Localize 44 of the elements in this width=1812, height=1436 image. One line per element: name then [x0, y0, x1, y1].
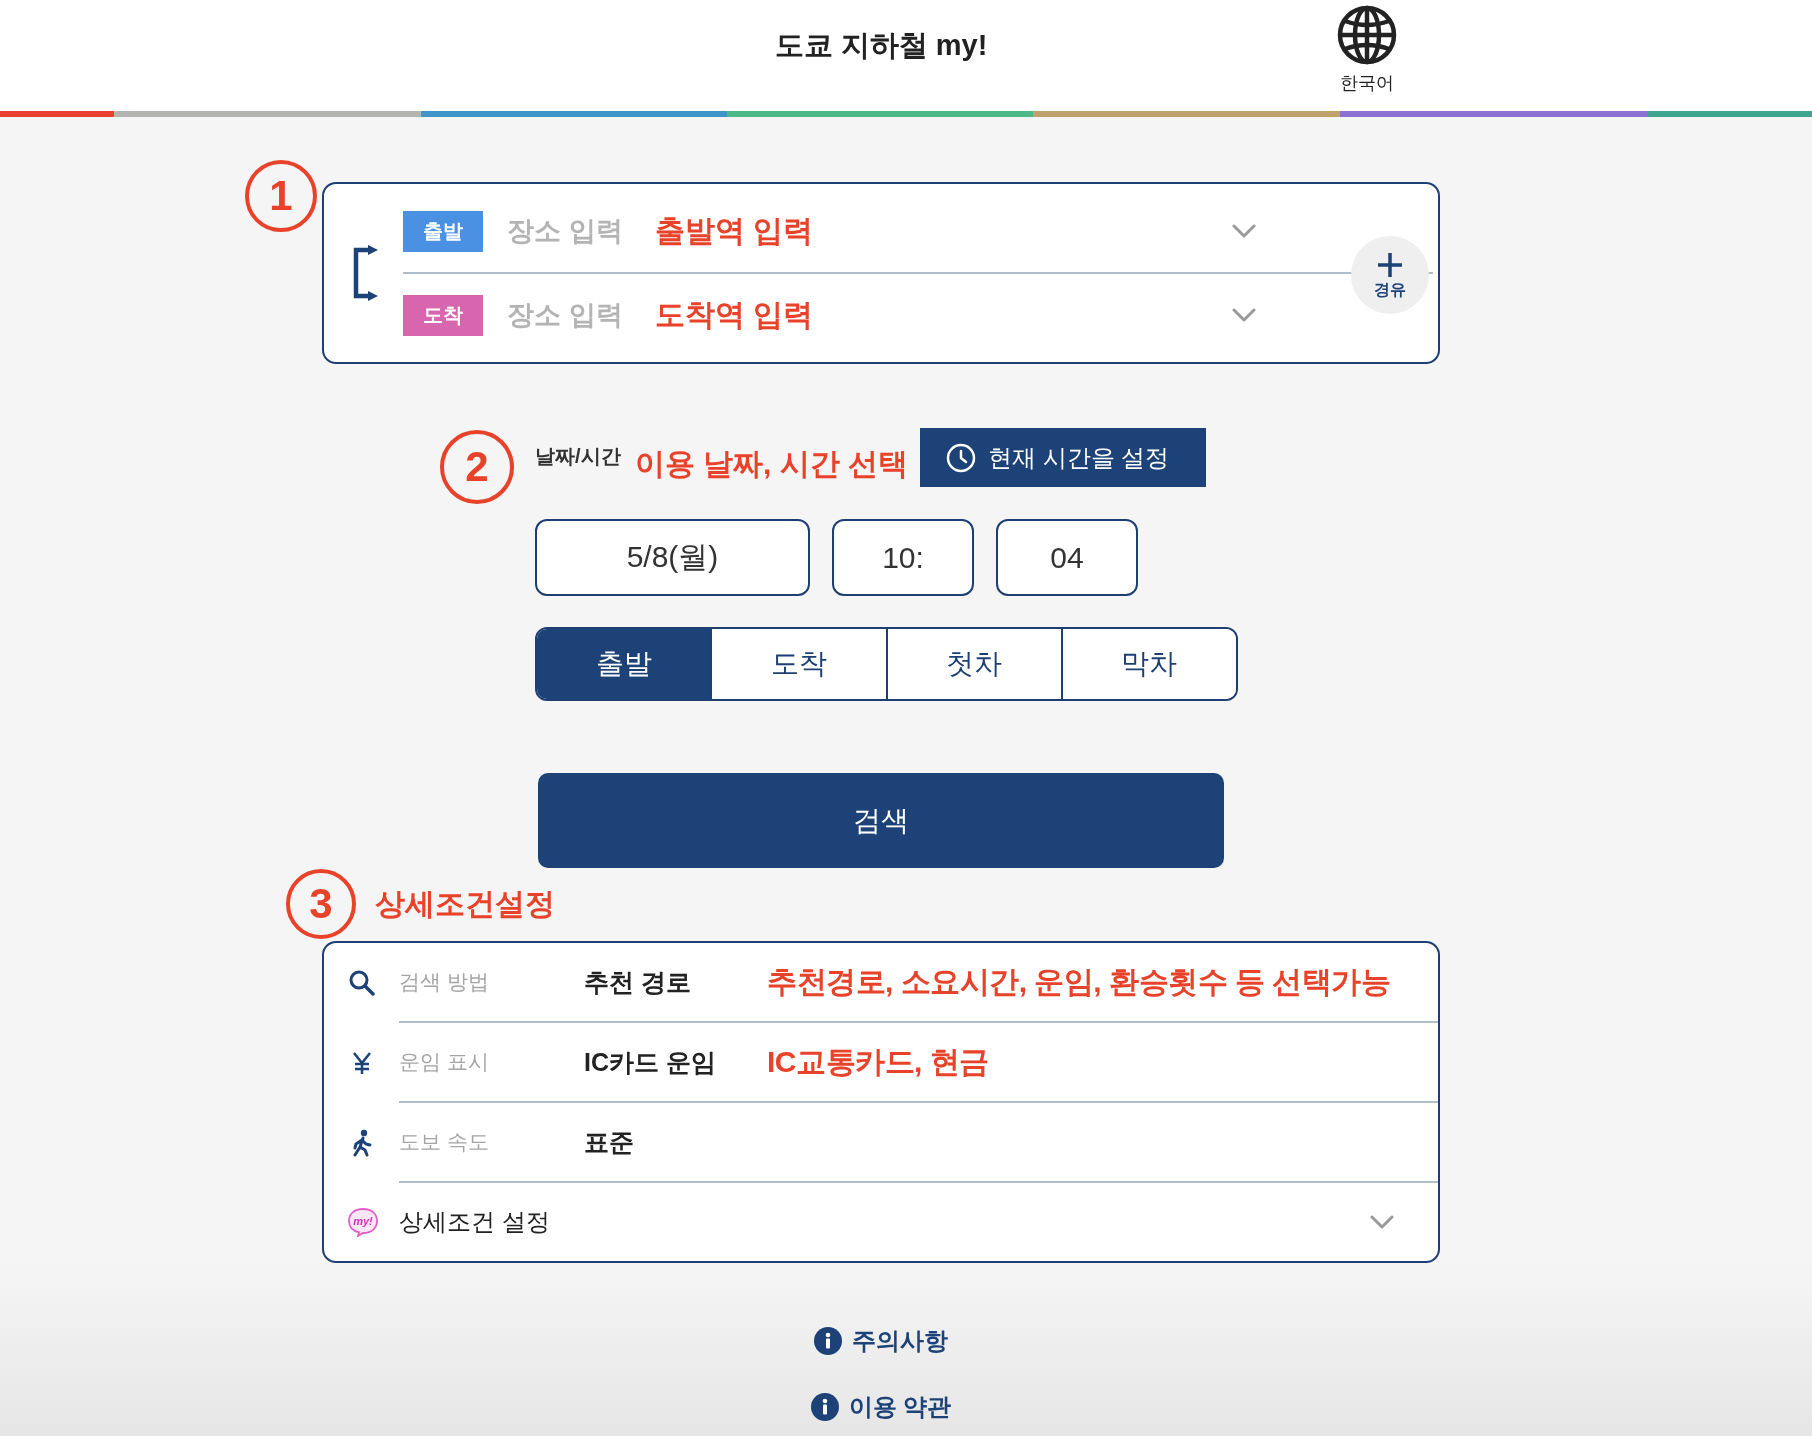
- setting-value[interactable]: IC카드 운임: [584, 1045, 767, 1079]
- info-link[interactable]: 주의사항: [814, 1324, 948, 1358]
- setting-value[interactable]: 표준: [584, 1125, 767, 1159]
- language-button[interactable]: 한국어: [1337, 5, 1397, 93]
- date-time-label: 날짜/시간: [535, 444, 621, 468]
- annotation-note: 추천경로, 소요시간, 운임, 환승횟수 등 선택가능: [767, 964, 1391, 1000]
- via-button[interactable]: 경유: [1351, 236, 1429, 314]
- annotation-note: 이용 날짜, 시간 선택: [634, 446, 908, 482]
- setting-label: 도보 속도: [399, 1129, 490, 1155]
- annotation-note: 도착역 입력: [655, 297, 814, 333]
- step-marker: 2: [440, 430, 514, 504]
- set-current-time-button[interactable]: 현재 시간을 설정: [919, 428, 1206, 487]
- place-input[interactable]: 장소 입력: [507, 299, 637, 331]
- info-icon: [810, 1393, 839, 1421]
- search-icon: [348, 970, 375, 996]
- app-title: 도쿄 지하철 my!: [774, 28, 988, 63]
- info-icon: [814, 1327, 842, 1355]
- globe-icon: [1337, 5, 1397, 65]
- minute-field[interactable]: 04: [996, 519, 1138, 596]
- step-marker: 3: [286, 869, 356, 939]
- swap-arrows-icon[interactable]: [352, 245, 378, 301]
- annotation-note: IC교통카드, 현금: [767, 1044, 989, 1080]
- chevron-down-icon[interactable]: [1232, 224, 1256, 238]
- speech-bubble-logo-icon: my!: [347, 1207, 379, 1237]
- info-link[interactable]: 이용 약관: [810, 1390, 952, 1424]
- mode-tab[interactable]: 막차: [1060, 629, 1236, 699]
- annotation-note: 출발역 입력: [655, 213, 814, 249]
- chevron-down-icon[interactable]: [1232, 308, 1256, 322]
- plus-icon: [1377, 251, 1403, 278]
- mode-tab[interactable]: 출발: [537, 629, 711, 699]
- clock-icon: [945, 442, 976, 473]
- detail-settings-toggle[interactable]: my! 상세조건 설정: [324, 1183, 1438, 1261]
- setting-label: 검색 방법: [399, 969, 490, 995]
- station-badge: 출발: [403, 210, 483, 252]
- place-input[interactable]: 장소 입력: [507, 215, 637, 247]
- yen-icon: [350, 1051, 373, 1075]
- setting-label: 운임 표시: [399, 1049, 490, 1075]
- annotation-title: 상세조건설정: [375, 886, 555, 922]
- station-badge: 도착: [403, 294, 483, 336]
- date-field[interactable]: 5/8(월): [535, 519, 810, 596]
- setting-value[interactable]: 추천 경로: [584, 965, 767, 999]
- search-button[interactable]: 검색: [538, 773, 1224, 868]
- step-marker: 1: [245, 160, 317, 232]
- hour-field[interactable]: 10:: [832, 519, 974, 596]
